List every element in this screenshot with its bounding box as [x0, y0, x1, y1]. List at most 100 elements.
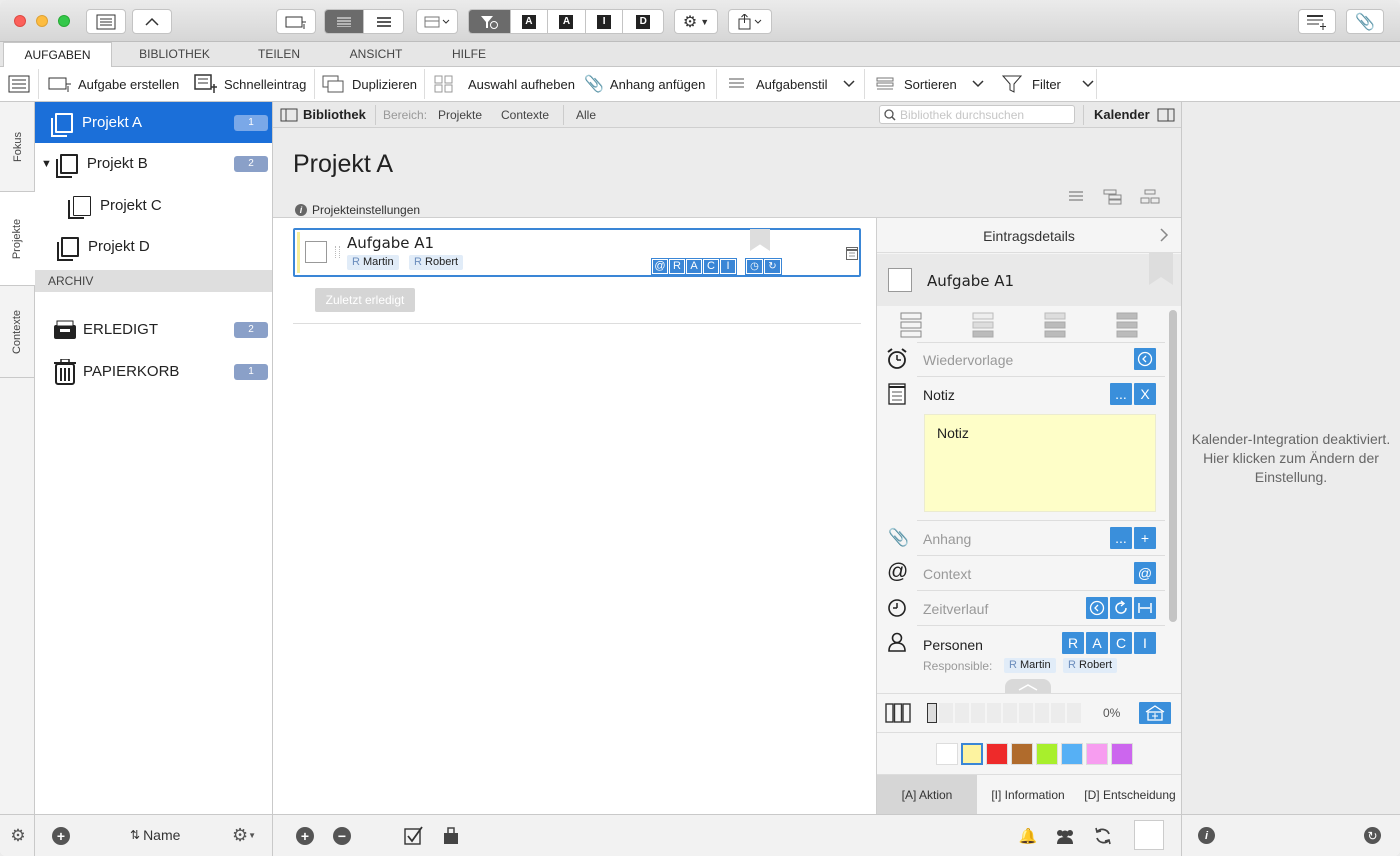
progress-bar[interactable] — [927, 703, 1085, 723]
layout-full-icon[interactable] — [900, 312, 922, 338]
attachment-button[interactable]: 📎 — [1346, 9, 1384, 34]
raci-c-button[interactable]: C — [1110, 632, 1132, 654]
filter-information-button[interactable]: I — [586, 10, 624, 33]
tab-hilfe[interactable]: HILFE — [436, 42, 502, 67]
disclosure-triangle-icon[interactable]: ▼ — [41, 158, 52, 170]
timeline-duration-button[interactable] — [1134, 597, 1156, 619]
drag-handle[interactable] — [335, 246, 340, 258]
filter-decision-button[interactable]: D — [623, 10, 663, 33]
compact-list-view-button[interactable] — [364, 10, 403, 33]
columns-icon[interactable] — [885, 703, 911, 723]
type-tab-decision[interactable]: [D] Entscheidung — [1079, 775, 1181, 814]
layout-mid-icon[interactable] — [972, 312, 994, 338]
add-project-button[interactable]: + — [52, 827, 70, 845]
side-tab-fokus[interactable]: Fokus — [0, 102, 35, 192]
task-row[interactable]: Aufgabe A1 R Martin R Robert @ R A C I ◷… — [293, 228, 861, 277]
sync-button[interactable] — [1093, 826, 1113, 846]
calendar-pane[interactable]: Kalender-Integration deaktiviert. Hier k… — [1181, 102, 1400, 814]
layout-collapsed-icon[interactable] — [1116, 312, 1138, 338]
side-tab-contexte[interactable]: Contexte — [0, 286, 35, 378]
color-swatch[interactable] — [1011, 743, 1033, 765]
reminder-button[interactable]: 🔔 — [1018, 826, 1038, 846]
note-textarea[interactable]: Notiz — [924, 414, 1156, 512]
scope-contexts[interactable]: Contexte — [501, 108, 549, 122]
note-icon[interactable] — [846, 247, 858, 260]
close-window-button[interactable] — [14, 15, 26, 27]
color-swatch[interactable] — [1086, 743, 1108, 765]
sort-dropdown[interactable]: Sortieren — [876, 67, 985, 101]
scope-all[interactable]: Alle — [576, 108, 596, 122]
context-button[interactable]: @ — [1134, 562, 1156, 584]
inbox-button[interactable] — [1298, 9, 1336, 34]
archive-task-button[interactable] — [442, 826, 460, 846]
type-tab-action[interactable]: [A] Aktion — [877, 775, 977, 814]
calendar-refresh-button[interactable]: ↻ — [1364, 827, 1381, 844]
info-button[interactable]: i — [1198, 827, 1215, 844]
project-item-d[interactable]: Projekt D — [35, 226, 272, 267]
preferences-button[interactable]: ⚙ — [8, 826, 28, 846]
raci-c-button[interactable]: C — [703, 259, 719, 274]
view-list-icon[interactable] — [1068, 191, 1084, 203]
view-tree-icon[interactable] — [1140, 189, 1160, 205]
sort-by-name-button[interactable]: ⇅ Name — [130, 827, 180, 843]
archive-item-done[interactable]: ERLEDIGT 2 — [35, 309, 272, 350]
team-button[interactable] — [1054, 826, 1076, 846]
raci-a-button[interactable]: A — [686, 259, 702, 274]
create-task-button[interactable]: Aufgabe erstellen — [48, 67, 179, 101]
progress-upload-button[interactable] — [1139, 702, 1171, 724]
collapse-handle[interactable] — [1005, 679, 1051, 693]
calendar-toggle-label[interactable]: Kalender — [1094, 107, 1150, 122]
calendar-disabled-message[interactable]: Kalender-Integration deaktiviert. Hier k… — [1186, 430, 1396, 487]
color-swatch[interactable] — [936, 743, 958, 765]
raci-i-button[interactable]: I — [1134, 632, 1156, 654]
archive-item-trash[interactable]: PAPIERKORB 1 — [35, 351, 272, 392]
timeline-back-button[interactable] — [1086, 597, 1108, 619]
complete-task-button[interactable] — [404, 826, 424, 846]
raci-a-button[interactable]: A — [1086, 632, 1108, 654]
color-swatch[interactable] — [1111, 743, 1133, 765]
details-scrollbar[interactable] — [1169, 310, 1177, 622]
type-tab-information[interactable]: [I] Information — [977, 775, 1079, 814]
attach-button[interactable]: 📎 Anhang anfügen — [584, 67, 705, 101]
filter-action-button[interactable]: A — [548, 10, 586, 33]
details-task-checkbox[interactable] — [888, 268, 912, 292]
project-settings-menu[interactable]: ⚙ ▼ — [232, 825, 256, 846]
sidebar-toggle-button[interactable] — [86, 9, 126, 34]
detail-list-view-button[interactable] — [325, 10, 365, 33]
preview-box[interactable] — [1134, 820, 1164, 850]
filter-all-button[interactable]: A — [511, 10, 549, 33]
attachment-add-button[interactable]: + — [1134, 527, 1156, 549]
color-swatch[interactable] — [1036, 743, 1058, 765]
share-dropdown[interactable] — [728, 9, 772, 34]
collapse-button[interactable] — [132, 9, 172, 34]
resubmit-icon[interactable]: ◷ — [746, 259, 763, 274]
attachment-more-button[interactable]: ... — [1110, 527, 1132, 549]
side-tab-projekte[interactable]: Projekte — [0, 192, 36, 286]
add-task-button[interactable]: + — [296, 827, 314, 845]
new-item-button[interactable] — [276, 9, 316, 34]
color-swatch[interactable] — [1061, 743, 1083, 765]
task-checkbox[interactable] — [305, 241, 327, 263]
project-item-c[interactable]: Projekt C — [35, 185, 272, 226]
task-style-dropdown[interactable]: Aufgabenstil — [728, 67, 856, 101]
duplicate-button[interactable]: Duplizieren — [322, 67, 417, 101]
color-swatch[interactable] — [986, 743, 1008, 765]
filter-off-button[interactable] — [469, 10, 511, 33]
layout-dropdown[interactable] — [416, 9, 458, 34]
filter-dropdown[interactable]: Filter — [1002, 67, 1095, 101]
remove-task-button[interactable]: − — [333, 827, 351, 845]
minimize-window-button[interactable] — [36, 15, 48, 27]
raci-r-button[interactable]: R — [669, 259, 685, 274]
bookmark-icon[interactable] — [750, 229, 770, 251]
project-item-b[interactable]: ▼ Projekt B 2 — [35, 143, 272, 184]
zoom-window-button[interactable] — [58, 15, 70, 27]
recently-done-button[interactable]: Zuletzt erledigt — [315, 288, 415, 312]
context-button[interactable]: @ — [652, 259, 668, 274]
raci-i-button[interactable]: I — [720, 259, 736, 274]
tab-aufgaben[interactable]: AUFGABEN — [3, 42, 112, 68]
library-search-field[interactable]: Bibliothek durchsuchen — [879, 105, 1075, 124]
layout-low-icon[interactable] — [1044, 312, 1066, 338]
settings-dropdown[interactable]: ⚙ ▼ — [674, 9, 718, 34]
bookmark-icon[interactable] — [1149, 253, 1173, 285]
timeline-repeat-button[interactable] — [1110, 597, 1132, 619]
